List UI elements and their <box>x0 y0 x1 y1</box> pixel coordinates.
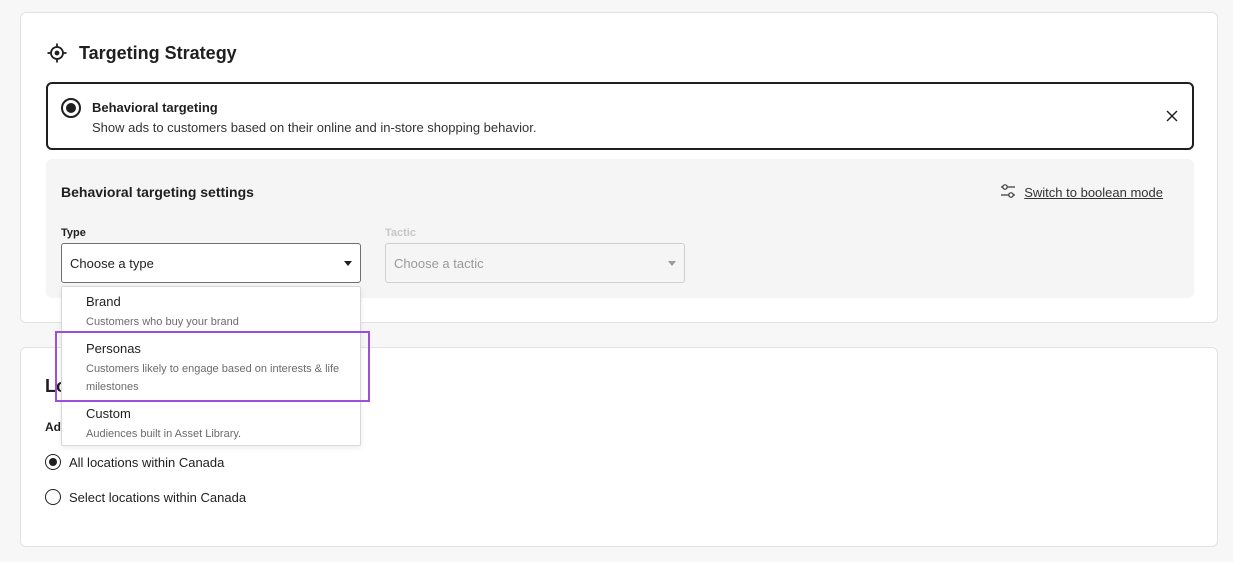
option-name: Custom <box>86 406 131 421</box>
radio-option-select-locations[interactable]: Select locations within Canada <box>45 489 246 505</box>
close-icon[interactable] <box>1164 108 1180 124</box>
target-icon <box>47 43 67 63</box>
behavioral-targeting-description: Show ads to customers based on their onl… <box>92 120 537 135</box>
radio-option-all-locations[interactable]: All locations within Canada <box>45 454 224 470</box>
chevron-down-icon <box>668 261 676 266</box>
type-select[interactable]: Choose a type <box>61 243 361 283</box>
option-description: Customers who buy your brand <box>86 316 239 328</box>
chevron-down-icon <box>344 261 352 266</box>
targeting-strategy-header: Targeting Strategy <box>47 41 237 65</box>
location-subtitle: Ad <box>45 420 61 434</box>
settings-title: Behavioral targeting settings <box>61 184 254 200</box>
targeting-strategy-card: Targeting Strategy Behavioral targeting … <box>20 12 1218 323</box>
dropdown-option-personas[interactable]: Personas Customers likely to engage base… <box>62 341 360 396</box>
type-select-value: Choose a type <box>70 255 154 271</box>
option-name: Brand <box>86 294 121 309</box>
type-dropdown-menu: Brand Customers who buy your brand Perso… <box>61 286 361 446</box>
radio-label: Select locations within Canada <box>69 489 247 505</box>
sliders-icon <box>1000 183 1016 202</box>
tactic-label: Tactic <box>385 227 416 239</box>
behavioral-targeting-radio[interactable] <box>61 98 81 118</box>
tactic-select-value: Choose a tactic <box>394 255 484 271</box>
dropdown-option-custom[interactable]: Custom Audiences built in Asset Library. <box>62 406 360 443</box>
option-description: Customers likely to engage based on inte… <box>86 363 340 393</box>
switch-boolean-mode-label: Switch to boolean mode <box>1024 185 1163 200</box>
option-name: Personas <box>86 341 141 356</box>
dropdown-option-brand[interactable]: Brand Customers who buy your brand <box>62 294 360 331</box>
tactic-select[interactable]: Choose a tactic <box>385 243 685 283</box>
radio-button-checked[interactable] <box>45 454 61 470</box>
radio-label: All locations within Canada <box>69 454 225 470</box>
radio-button[interactable] <box>45 489 61 505</box>
behavioral-targeting-option[interactable]: Behavioral targeting Show ads to custome… <box>46 82 1194 150</box>
switch-boolean-mode-link[interactable]: Switch to boolean mode <box>1000 183 1163 202</box>
option-description: Audiences built in Asset Library. <box>86 428 242 440</box>
behavioral-targeting-settings: Behavioral targeting settings Switch to … <box>46 159 1194 298</box>
targeting-strategy-title: Targeting Strategy <box>79 42 237 63</box>
behavioral-targeting-title: Behavioral targeting <box>92 100 218 115</box>
type-label: Type <box>61 227 86 239</box>
